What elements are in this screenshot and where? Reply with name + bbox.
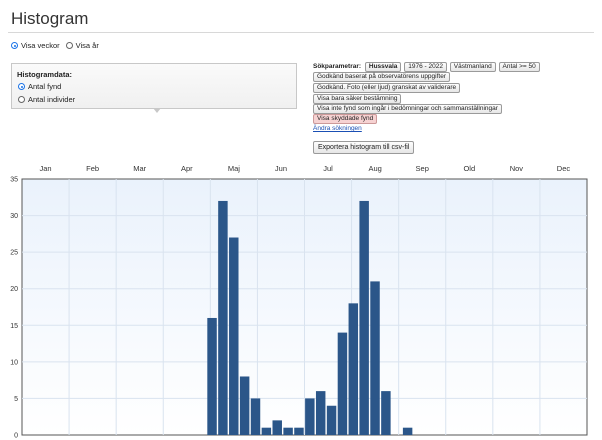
param-tag-years[interactable]: 1976 - 2022	[404, 62, 447, 72]
month-label: Old	[463, 164, 475, 173]
month-label: Sep	[416, 164, 429, 173]
param-tag-region[interactable]: Västmanland	[449, 62, 496, 72]
view-years-option[interactable]: Visa år	[65, 41, 99, 50]
param-tag-count[interactable]: Antal >= 50	[498, 62, 540, 72]
count-findings-radio[interactable]	[18, 83, 25, 90]
histogram-bar[interactable]	[315, 391, 326, 435]
histogram-bar[interactable]	[229, 237, 239, 435]
month-label: Nov	[510, 164, 524, 173]
count-individuals-option[interactable]: Antal individer	[18, 95, 75, 104]
month-label: Feb	[86, 164, 99, 173]
histogram-bar[interactable]	[283, 427, 293, 435]
histogram-bar[interactable]	[359, 200, 369, 435]
search-params-label: Sökparametrar:	[313, 63, 362, 70]
histogram-bar[interactable]	[305, 398, 315, 435]
y-tick-label: 35	[10, 177, 18, 184]
param-tag-protected[interactable]: Visa skyddade fynd	[313, 114, 378, 124]
histogram-bar[interactable]	[348, 303, 359, 435]
histogram-bar[interactable]	[402, 427, 413, 435]
histogram-bar[interactable]	[326, 405, 337, 435]
y-tick-label: 15	[10, 323, 18, 330]
histogram-bar[interactable]	[337, 332, 348, 435]
param-tag-exclude-compilations[interactable]: Visa inte fynd som ingår i bedömningar o…	[313, 104, 502, 114]
y-tick-label: 20	[10, 286, 18, 293]
param-tag-approved-photo[interactable]: Godkänd. Foto (eller ljud) granskat av v…	[313, 83, 461, 93]
view-weeks-label: Visa veckor	[21, 41, 60, 50]
histogram-bar[interactable]	[381, 391, 391, 435]
param-tag-species[interactable]: Hussvala	[364, 62, 402, 72]
month-label: Jul	[323, 164, 333, 173]
page-title: Histogram	[11, 9, 89, 28]
histogram-bar[interactable]	[207, 317, 217, 435]
view-mode-group: Visa veckor Visa år	[11, 41, 105, 50]
histogram-bar[interactable]	[261, 427, 272, 435]
param-tag-approved-observer[interactable]: Godkänd baserat på observatörens uppgift…	[313, 72, 451, 82]
title-divider	[8, 32, 594, 33]
histogram-bar[interactable]	[294, 427, 304, 435]
histogram-chart: Jan Feb Mar Apr Maj Jun Jul Aug Sep Old Nov Dec 35 3…	[10, 164, 588, 440]
export-csv-button[interactable]: Exportera histogram till csv-fil	[313, 141, 415, 154]
histogram-data-panel: Histogramdata: Antal fynd Antal individe…	[11, 63, 297, 109]
month-label: Maj	[228, 164, 240, 173]
histogram-bar[interactable]	[250, 398, 261, 435]
histogram-bar[interactable]	[218, 200, 228, 435]
histogram-data-title: Histogramdata:	[17, 70, 73, 79]
histogram-bar[interactable]	[272, 420, 282, 435]
month-label: Apr	[181, 164, 193, 173]
y-tick-label: 5	[14, 396, 18, 403]
month-label: Mar	[133, 164, 146, 173]
param-tag-certain-id[interactable]: Visa bara säker bestämning	[313, 94, 402, 104]
panel-pointer	[153, 108, 161, 113]
change-search-link[interactable]: Ändra sökningen	[313, 125, 362, 132]
y-tick-label: 25	[10, 250, 18, 257]
count-findings-label: Antal fynd	[28, 82, 62, 91]
y-tick-label: 0	[14, 433, 18, 440]
view-weeks-option[interactable]: Visa veckor	[11, 41, 60, 50]
month-label: Jun	[275, 164, 287, 173]
histogram-bar[interactable]	[370, 281, 380, 435]
view-weeks-radio[interactable]	[11, 42, 18, 49]
y-tick-label: 10	[10, 359, 18, 366]
view-years-radio[interactable]	[65, 42, 73, 49]
count-findings-option[interactable]: Antal fynd	[18, 82, 61, 91]
view-years-label: Visa år	[75, 41, 99, 50]
month-label: Aug	[368, 164, 381, 173]
y-tick-label: 30	[10, 213, 18, 220]
histogram-bar[interactable]	[239, 376, 250, 435]
count-individuals-label: Antal individer	[28, 95, 76, 104]
month-label: Dec	[557, 164, 571, 173]
count-individuals-radio[interactable]	[18, 96, 25, 103]
month-label: Jan	[39, 164, 51, 173]
